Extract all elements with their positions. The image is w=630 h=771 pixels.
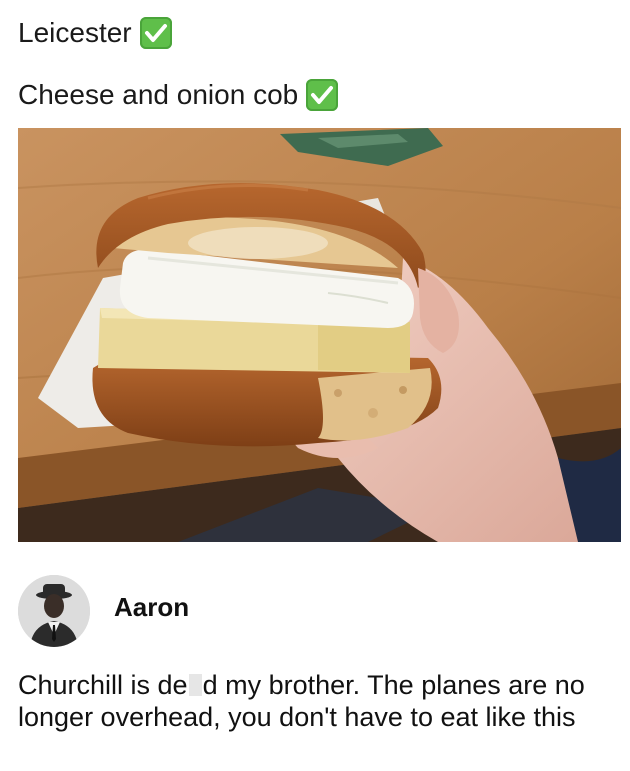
post-title-line: Leicester: [18, 16, 172, 50]
post-subtitle-line: Cheese and onion cob: [18, 78, 339, 112]
check-mark-icon: [306, 79, 339, 111]
comment-author-name[interactable]: Aaron: [114, 591, 189, 623]
comment-text-part-1: Churchill is de: [18, 670, 188, 700]
cheese-and-onion-cob-photo: [18, 128, 621, 542]
censor-block: [188, 674, 202, 696]
vintage-portrait-avatar-icon: [18, 575, 90, 647]
avatar[interactable]: [18, 575, 90, 647]
comment-text: Churchill is de d my brother. The planes …: [18, 669, 618, 733]
post-subtitle-text: Cheese and onion cob: [18, 79, 299, 110]
post-title-text: Leicester: [18, 17, 132, 48]
check-mark-icon: [139, 17, 172, 49]
